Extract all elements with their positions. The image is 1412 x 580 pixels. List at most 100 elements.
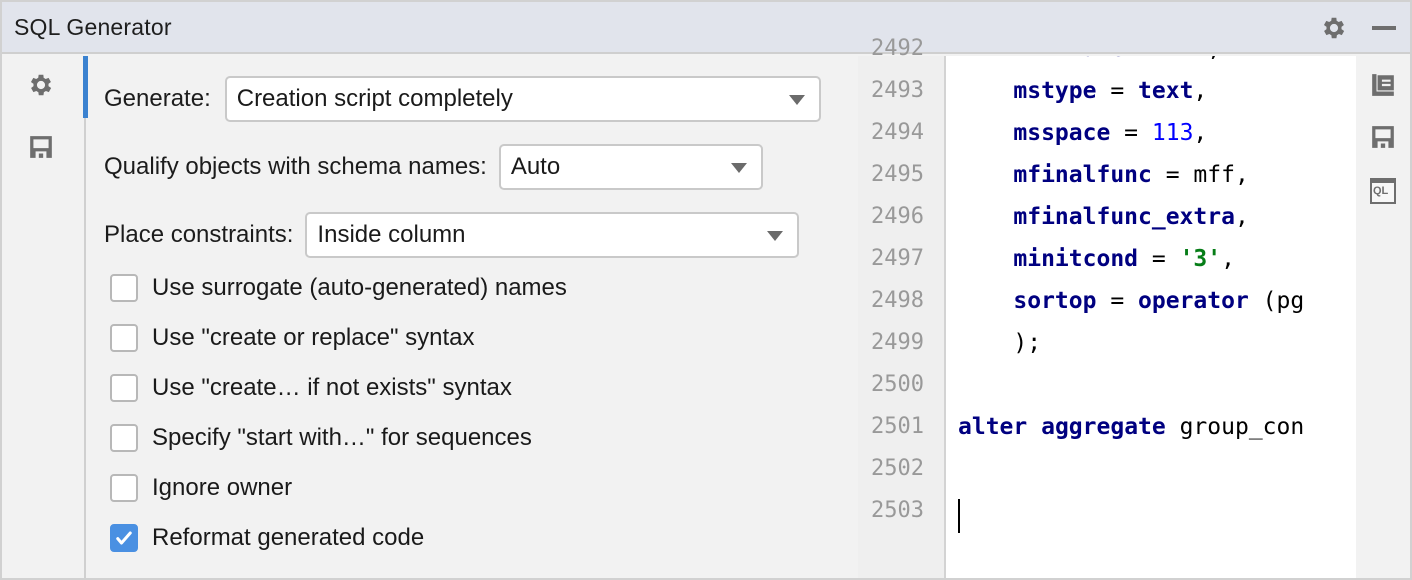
- line-number: 2501: [871, 414, 924, 439]
- text-token: ,: [1221, 246, 1235, 272]
- checkbox-label: Specify "start with…" for sequences: [152, 424, 532, 451]
- code-line: alter aggregate group_con: [958, 414, 1304, 440]
- keyword-token: msspace: [1013, 120, 1111, 146]
- settings-tab-button[interactable]: [26, 72, 56, 102]
- checkbox[interactable]: [110, 374, 138, 402]
- constraints-label: Place constraints:: [104, 221, 294, 248]
- code-line: );: [958, 330, 1041, 356]
- text-token: =: [1138, 246, 1180, 272]
- keyword-token: mstype: [1013, 78, 1097, 104]
- checkmark-icon: [116, 531, 132, 545]
- line-number: 2503: [871, 498, 924, 523]
- checkbox-label: Ignore owner: [152, 474, 293, 501]
- line-number: 2493: [871, 78, 924, 103]
- keyword-token: mfinalfunc: [1013, 162, 1152, 188]
- code-line: minitcond = '3',: [958, 246, 1235, 272]
- keyword-token: minitcond: [1013, 246, 1139, 272]
- text-token: =: [1096, 288, 1139, 314]
- generate-row: Generate: Creation script completely: [104, 76, 821, 122]
- code-line: mstype = text,: [958, 78, 1207, 104]
- keyword-token: text: [1138, 78, 1194, 104]
- title-bar: SQL Generator: [2, 2, 1410, 54]
- generate-value: Creation script completely: [236, 85, 513, 112]
- generate-dropdown[interactable]: Creation script completely: [224, 76, 821, 122]
- qualify-row: Qualify objects with schema names: Auto: [104, 144, 763, 190]
- line-number: 2500: [871, 372, 924, 397]
- constraints-row: Place constraints: Inside column: [104, 212, 800, 258]
- keyword-token: minvfunc: [1013, 56, 1124, 62]
- checkbox-row[interactable]: Ignore owner: [110, 474, 292, 502]
- text-token: );: [958, 330, 1042, 356]
- save-icon: [1370, 124, 1396, 155]
- generate-label: Generate:: [104, 85, 211, 112]
- line-number: 2502: [871, 456, 924, 481]
- constraints-dropdown[interactable]: Inside column: [305, 212, 800, 258]
- checkbox-row[interactable]: Use "create or replace" syntax: [110, 324, 475, 352]
- chevron-down-icon: [730, 163, 747, 173]
- sql-generator-window: SQL Generator Generate: Creation script …: [2, 2, 1410, 578]
- chevron-down-icon: [788, 95, 805, 105]
- checkbox-row[interactable]: Use "create… if not exists" syntax: [110, 374, 512, 402]
- text-token: ,: [1193, 78, 1208, 104]
- chevron-down-icon: [767, 231, 784, 241]
- checkbox-row[interactable]: Reformat generated code: [110, 524, 424, 552]
- qualify-label: Qualify objects with schema names:: [104, 153, 487, 180]
- checkbox-row[interactable]: Specify "start with…" for sequences: [110, 424, 532, 452]
- line-number: 2497: [871, 246, 924, 271]
- text-token: =: [1110, 120, 1152, 146]
- save-icon: [28, 134, 54, 165]
- minimize-icon[interactable]: [1372, 26, 1396, 30]
- constraints-value: Inside column: [317, 221, 466, 248]
- checkbox-row[interactable]: Use surrogate (auto-generated) names: [110, 274, 567, 302]
- open-in-console-button[interactable]: QL: [1368, 176, 1398, 206]
- code-line: mfinalfunc_extra,: [958, 204, 1248, 230]
- checkbox-label: Reformat generated code: [152, 524, 425, 551]
- checkbox[interactable]: [110, 424, 138, 452]
- line-number: 2498: [871, 288, 924, 313]
- line-number: 2496: [871, 204, 924, 229]
- save-button[interactable]: [1368, 124, 1398, 154]
- text-token: group_con: [1165, 414, 1305, 440]
- qualify-dropdown[interactable]: Auto: [498, 144, 763, 190]
- text-token: = mff,: [1151, 162, 1249, 188]
- line-number: 2494: [871, 120, 924, 145]
- checkbox-checked[interactable]: [110, 524, 138, 552]
- checkbox-label: Use surrogate (auto-generated) names: [152, 274, 567, 301]
- text-token: ,: [1193, 120, 1208, 146]
- code-line: sortop = operator (pg: [958, 288, 1304, 314]
- left-toolbar: [2, 56, 86, 578]
- checkbox[interactable]: [110, 274, 138, 302]
- save-tab-button[interactable]: [26, 134, 56, 164]
- text-caret: [958, 499, 960, 533]
- code-line: minvfunc = mvf,: [958, 56, 1221, 62]
- keyword-token: sortop: [1013, 288, 1097, 314]
- copy-icon: [1370, 72, 1396, 103]
- title-actions: [1320, 2, 1410, 54]
- code-line: msspace = 113,: [958, 120, 1207, 146]
- keyword-token: mfinalfunc_extra: [1013, 204, 1235, 230]
- qualify-value: Auto: [510, 153, 561, 180]
- keyword-token: aggregate: [1041, 414, 1166, 440]
- keyword-token: operator: [1138, 288, 1249, 314]
- settings-panel: Generate: Creation script completely Qua…: [88, 56, 858, 578]
- code-line: mfinalfunc = mff,: [958, 162, 1249, 188]
- line-number: 2495: [871, 162, 924, 187]
- window-title: SQL Generator: [14, 13, 172, 40]
- checkbox[interactable]: [110, 474, 138, 502]
- code-editor[interactable]: minvfunc = mvf, mstype = text, msspace =…: [946, 56, 1356, 578]
- ql-label: QL: [1373, 185, 1389, 197]
- line-number: 2492: [871, 36, 924, 61]
- number-token: 113: [1151, 120, 1194, 146]
- copy-to-clipboard-button[interactable]: [1368, 72, 1398, 102]
- line-number-gutter: 2492 2493 2494 2495 2496 2497 2498 2499 2500 2501…: [858, 36, 946, 578]
- checkbox[interactable]: [110, 324, 138, 352]
- checkbox-label: Use "create or replace" syntax: [152, 324, 475, 351]
- gear-icon[interactable]: [1320, 14, 1348, 42]
- line-number: 2499: [871, 330, 924, 355]
